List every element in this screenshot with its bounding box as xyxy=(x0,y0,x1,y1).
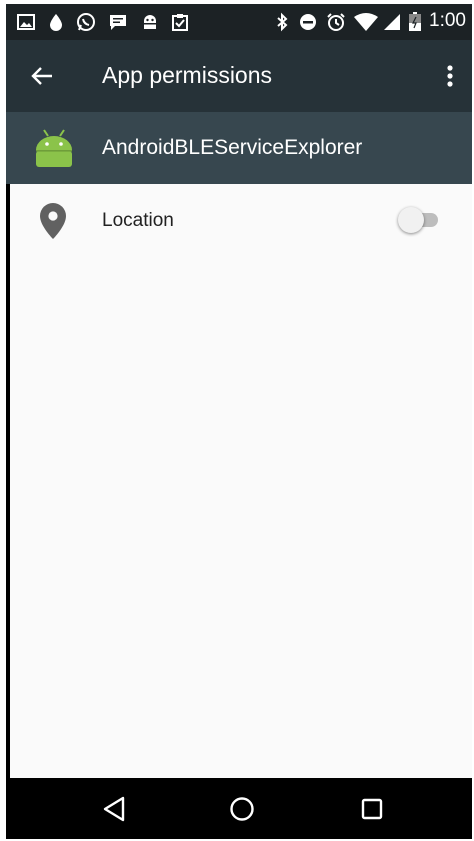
location-toggle-switch[interactable] xyxy=(398,206,444,234)
more-vert-icon xyxy=(447,65,453,87)
nav-home-button[interactable] xyxy=(224,791,260,827)
nav-recents-button[interactable] xyxy=(354,791,390,827)
page-title: App permissions xyxy=(102,62,273,88)
overflow-menu-button[interactable] xyxy=(438,58,462,94)
nav-back-button[interactable] xyxy=(96,791,132,827)
location-icon xyxy=(38,202,68,240)
toggle-thumb xyxy=(398,207,424,233)
back-triangle-icon xyxy=(103,796,125,822)
home-circle-icon xyxy=(230,797,254,821)
back-button[interactable] xyxy=(24,58,60,94)
message-icon xyxy=(108,12,128,32)
battery-icon xyxy=(408,12,422,32)
status-time: 1:00 xyxy=(429,10,466,31)
recents-square-icon xyxy=(361,798,383,820)
app-header-row: AndroidBLEServiceExplorer xyxy=(6,112,472,184)
phone-screen: 1:00 App permissions AndroidBLEServiceEx… xyxy=(6,4,472,839)
app-name: AndroidBLEServiceExplorer xyxy=(102,136,363,159)
signal-icon xyxy=(382,12,402,32)
android-debug-icon xyxy=(140,12,160,32)
navigation-bar xyxy=(6,778,472,839)
alarm-icon xyxy=(326,12,346,32)
do-not-disturb-icon xyxy=(298,12,318,32)
whatsapp-icon xyxy=(76,12,96,32)
permissions-list: Location xyxy=(10,184,472,778)
drop-icon xyxy=(46,12,66,32)
status-bar: 1:00 xyxy=(6,4,472,40)
permission-label: Location xyxy=(102,210,174,231)
arrow-back-icon xyxy=(31,67,52,85)
wifi-icon xyxy=(354,12,378,32)
permission-row-location[interactable]: Location xyxy=(10,184,472,256)
clipboard-check-icon xyxy=(170,12,190,32)
image-icon xyxy=(16,12,36,32)
bluetooth-icon xyxy=(272,12,292,32)
android-icon xyxy=(32,126,76,170)
app-toolbar: App permissions xyxy=(6,40,472,112)
